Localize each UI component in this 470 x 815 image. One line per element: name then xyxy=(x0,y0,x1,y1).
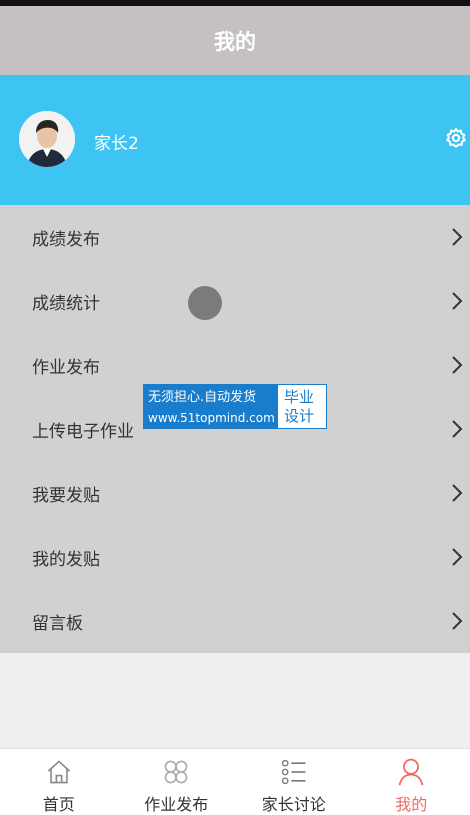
tab-home[interactable]: 首页 xyxy=(0,749,118,815)
tab-parent-discussion[interactable]: 家长讨论 xyxy=(235,749,353,815)
menu-item-score-publish[interactable]: 成绩发布 xyxy=(0,205,470,269)
watermark-badge-line: 设计 xyxy=(284,407,326,426)
tab-label: 我的 xyxy=(395,791,427,815)
page-title: 我的 xyxy=(214,26,256,56)
tab-label: 首页 xyxy=(43,791,75,815)
tab-label: 家长讨论 xyxy=(262,791,326,815)
tab-homework-publish[interactable]: 作业发布 xyxy=(118,749,236,815)
chevron-right-icon xyxy=(451,227,463,247)
gear-icon[interactable] xyxy=(445,127,467,149)
watermark-badge-line: 毕业 xyxy=(284,388,326,407)
menu-list: 成绩发布 成绩统计 作业发布 上传电子作业 我要发贴 我的发贴 留言板 xyxy=(0,205,470,653)
menu-item-score-stats[interactable]: 成绩统计 xyxy=(0,269,470,333)
touch-indicator xyxy=(188,286,222,320)
user-avatar[interactable] xyxy=(19,111,75,167)
menu-item-my-posts[interactable]: 我的发贴 xyxy=(0,525,470,589)
menu-item-label: 作业发布 xyxy=(32,353,100,378)
chevron-right-icon xyxy=(451,547,463,567)
watermark-badge: 毕业 设计 xyxy=(278,385,326,428)
menu-item-new-post[interactable]: 我要发贴 xyxy=(0,461,470,525)
watermark-banner: 无须担心.自动发货 www.51topmind.com 毕业 设计 xyxy=(143,384,327,429)
menu-item-label: 我的发贴 xyxy=(32,545,100,570)
list-icon xyxy=(277,757,311,787)
menu-item-label: 留言板 xyxy=(32,609,83,634)
page-header: 我的 xyxy=(0,0,470,75)
watermark-text: 无须担心.自动发货 www.51topmind.com xyxy=(144,385,278,428)
tab-mine[interactable]: 我的 xyxy=(353,749,470,815)
watermark-url: www.51topmind.com xyxy=(148,408,278,429)
chevron-right-icon xyxy=(451,483,463,503)
chevron-right-icon xyxy=(451,355,463,375)
menu-item-message-board[interactable]: 留言板 xyxy=(0,589,470,653)
chevron-right-icon xyxy=(451,419,463,439)
avatar-image xyxy=(19,111,75,167)
home-icon xyxy=(42,757,76,787)
menu-item-label: 成绩统计 xyxy=(32,289,100,314)
chevron-right-icon xyxy=(451,291,463,311)
username: 家长2 xyxy=(94,129,139,154)
menu-item-label: 上传电子作业 xyxy=(32,417,134,442)
menu-item-label: 成绩发布 xyxy=(32,225,100,250)
grid-icon xyxy=(159,757,193,787)
tab-label: 作业发布 xyxy=(144,791,208,815)
bottom-tab-bar: 首页 作业发布 家长讨论 我的 xyxy=(0,748,470,815)
chevron-right-icon xyxy=(451,611,463,631)
profile-card: 家长2 xyxy=(0,75,470,205)
watermark-line: 无须担心.自动发货 xyxy=(148,387,278,408)
menu-item-label: 我要发贴 xyxy=(32,481,100,506)
person-icon xyxy=(394,757,428,787)
